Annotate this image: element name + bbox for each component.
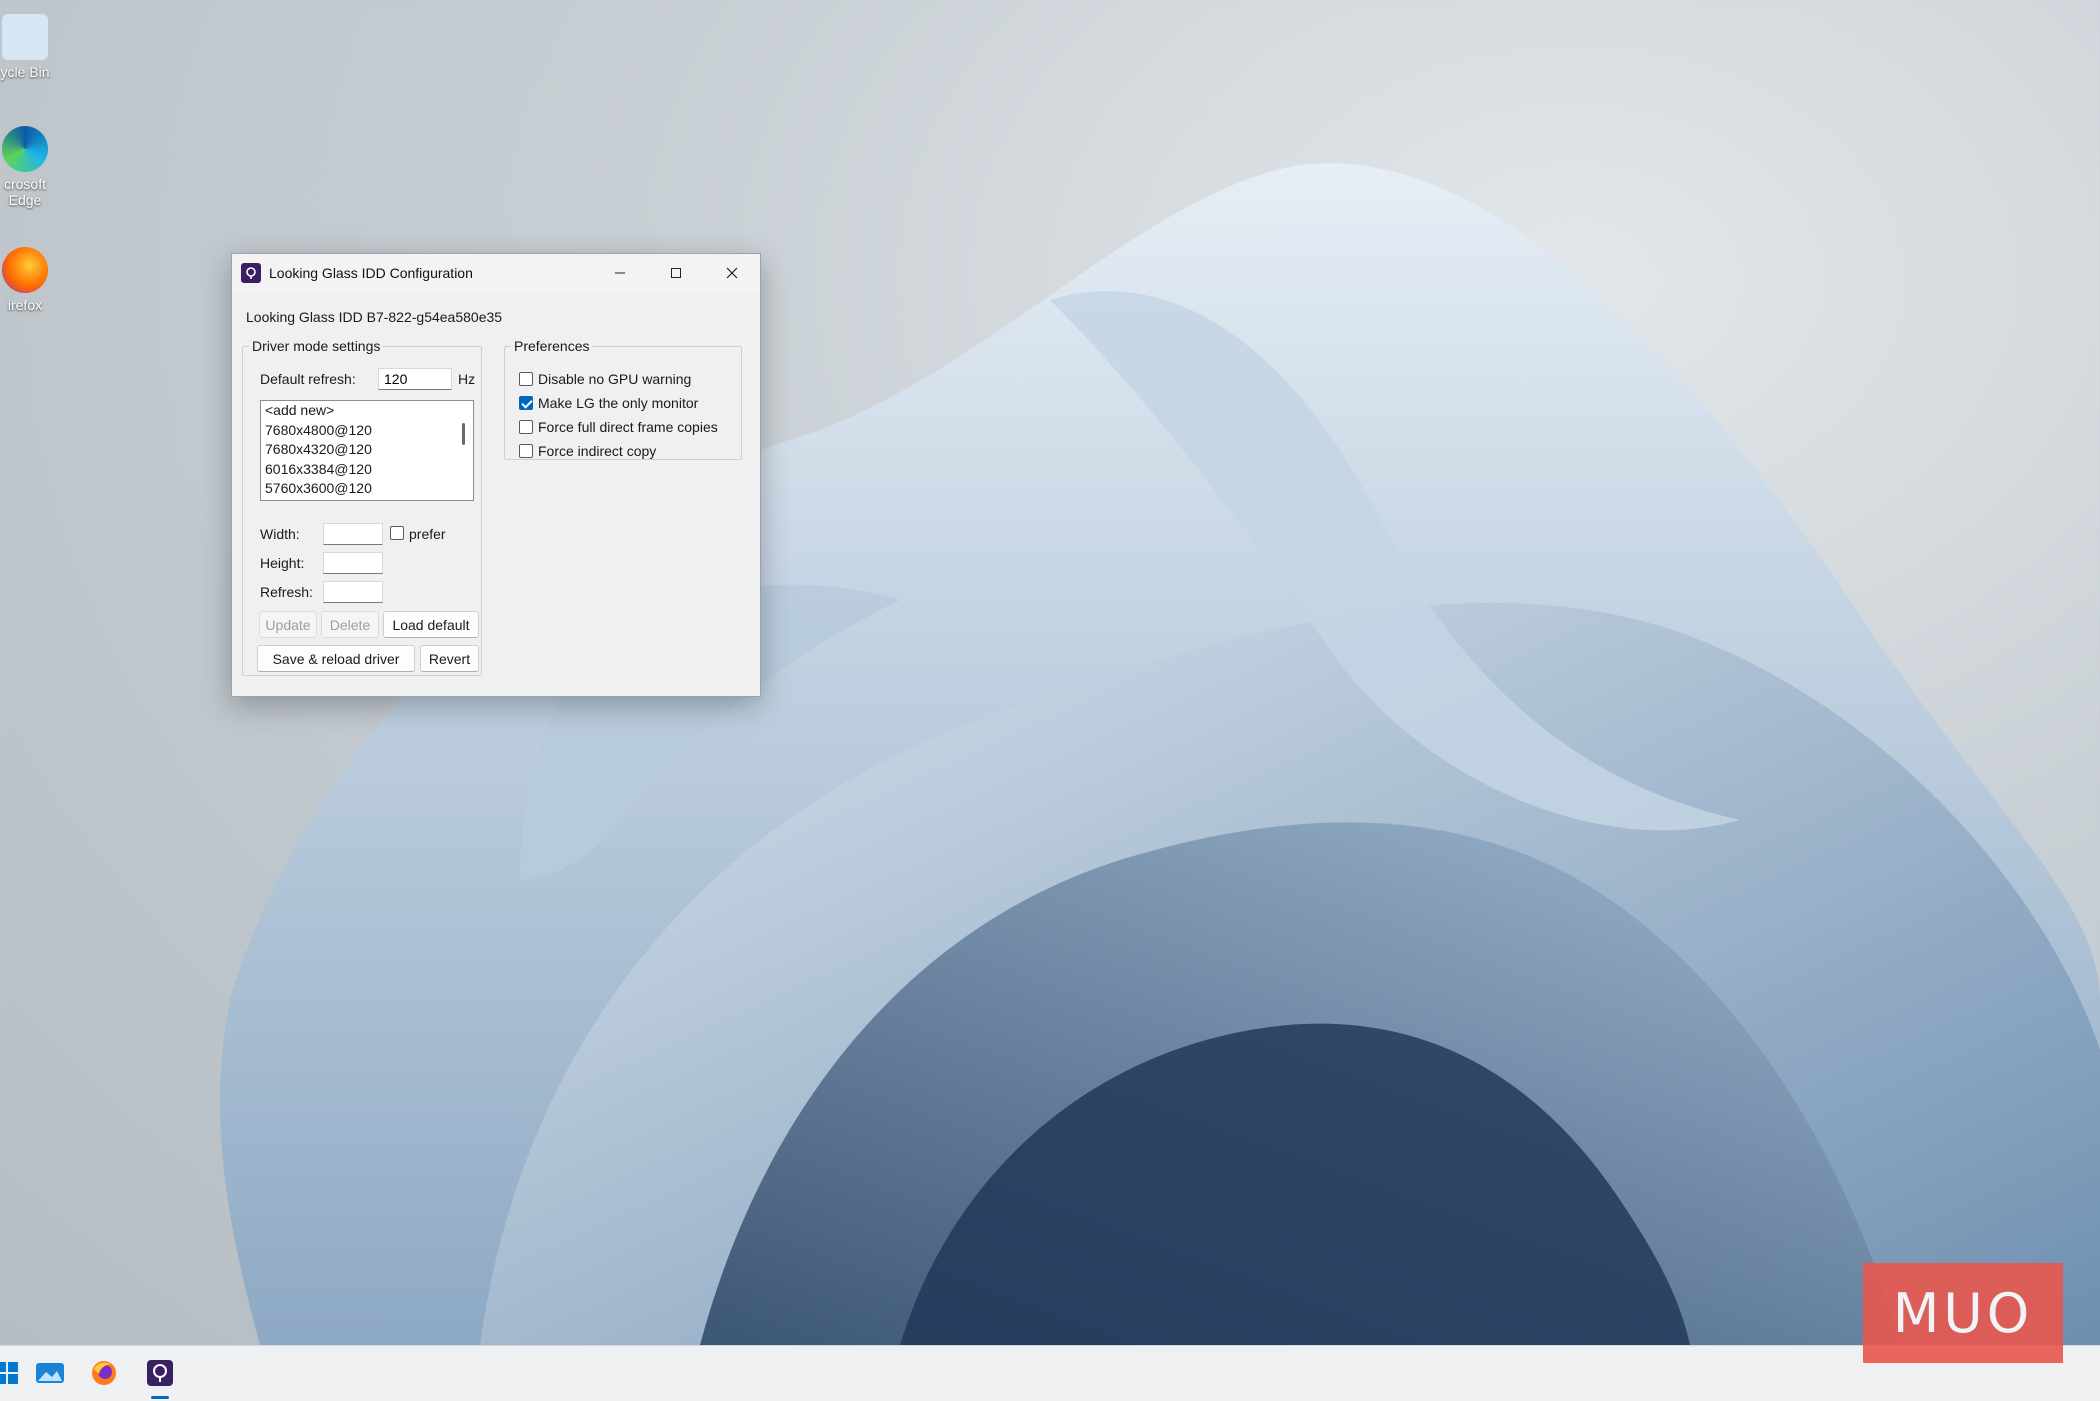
title-bar[interactable]: Looking Glass IDD Configuration bbox=[232, 254, 760, 292]
prefer-label: prefer bbox=[409, 526, 446, 542]
revert-button[interactable]: Revert bbox=[420, 645, 479, 672]
refresh-label: Refresh: bbox=[260, 584, 313, 600]
list-item[interactable]: 7680x4800@120 bbox=[261, 421, 473, 441]
preferences-legend: Preferences bbox=[514, 338, 590, 354]
update-button[interactable]: Update bbox=[259, 611, 317, 638]
muo-watermark: MUO bbox=[1863, 1263, 2063, 1363]
make-lg-only-monitor-label: Make LG the only monitor bbox=[538, 395, 699, 411]
list-item[interactable]: <add new> bbox=[261, 401, 473, 421]
driver-mode-legend: Driver mode settings bbox=[252, 338, 381, 354]
desktop-icon-edge[interactable]: crosoft Edge bbox=[0, 126, 70, 208]
height-input[interactable] bbox=[323, 552, 383, 574]
list-item[interactable]: 7680x4320@120 bbox=[261, 440, 473, 460]
taskbar-firefox-button[interactable] bbox=[87, 1356, 121, 1390]
width-label: Width: bbox=[260, 526, 300, 542]
default-refresh-label: Default refresh: bbox=[260, 371, 356, 387]
list-item[interactable]: 5760x3600@120 bbox=[261, 479, 473, 499]
watermark-text: MUO bbox=[1892, 1281, 2034, 1345]
looking-glass-icon bbox=[241, 263, 261, 283]
listbox-scrollbar[interactable] bbox=[462, 423, 465, 445]
minimize-button[interactable] bbox=[592, 254, 648, 292]
desktop-icon-label: ycle Bin bbox=[0, 64, 50, 80]
modes-listbox[interactable]: <add new> 7680x4800@120 7680x4320@120 60… bbox=[260, 400, 474, 501]
close-icon bbox=[726, 267, 738, 279]
load-default-button[interactable]: Load default bbox=[383, 611, 479, 638]
force-indirect-copy-label: Force indirect copy bbox=[538, 443, 657, 459]
default-refresh-input[interactable] bbox=[378, 368, 452, 390]
start-icon bbox=[0, 1362, 18, 1384]
looking-glass-icon bbox=[147, 1360, 173, 1386]
idd-config-window: Looking Glass IDD Configuration Looking … bbox=[231, 253, 761, 697]
recycle-bin-icon bbox=[2, 14, 48, 60]
force-indirect-copy-checkbox[interactable] bbox=[519, 444, 533, 458]
refresh-input[interactable] bbox=[323, 581, 383, 603]
desktop-icon-recycle-bin[interactable]: ycle Bin bbox=[0, 14, 70, 80]
device-version-label: Looking Glass IDD B7-822-g54ea580e35 bbox=[246, 309, 503, 325]
list-item[interactable]: 6016x3384@120 bbox=[261, 460, 473, 480]
taskbar bbox=[0, 1345, 2100, 1401]
save-reload-driver-button[interactable]: Save & reload driver bbox=[257, 645, 415, 672]
make-lg-only-monitor-checkbox[interactable] bbox=[519, 396, 533, 410]
disable-no-gpu-warning-label: Disable no GPU warning bbox=[538, 371, 692, 387]
taskbar-looking-glass-button[interactable] bbox=[143, 1356, 177, 1390]
minimize-icon bbox=[615, 272, 625, 274]
disable-no-gpu-warning-checkbox[interactable] bbox=[519, 372, 533, 386]
taskbar-start-button[interactable] bbox=[0, 1356, 24, 1390]
height-label: Height: bbox=[260, 555, 305, 571]
window-title: Looking Glass IDD Configuration bbox=[269, 265, 473, 281]
prefer-checkbox[interactable] bbox=[390, 526, 404, 540]
desktop-icon-label: irefox bbox=[7, 297, 43, 313]
desktop-icon-label: crosoft Edge bbox=[3, 176, 46, 208]
force-full-direct-frame-copies-label: Force full direct frame copies bbox=[538, 419, 718, 435]
edge-icon bbox=[2, 126, 48, 172]
desktop-icon-firefox[interactable]: irefox bbox=[0, 247, 70, 313]
close-button[interactable] bbox=[704, 254, 760, 292]
taskbar-photos-button[interactable] bbox=[33, 1356, 67, 1390]
photos-icon bbox=[36, 1363, 64, 1383]
active-app-indicator bbox=[151, 1396, 169, 1399]
hz-label: Hz bbox=[458, 371, 476, 387]
width-input[interactable] bbox=[323, 523, 383, 545]
firefox-icon bbox=[92, 1361, 116, 1385]
maximize-button[interactable] bbox=[648, 254, 704, 292]
firefox-icon bbox=[2, 247, 48, 293]
force-full-direct-frame-copies-checkbox[interactable] bbox=[519, 420, 533, 434]
delete-button[interactable]: Delete bbox=[321, 611, 379, 638]
maximize-icon bbox=[671, 268, 681, 278]
